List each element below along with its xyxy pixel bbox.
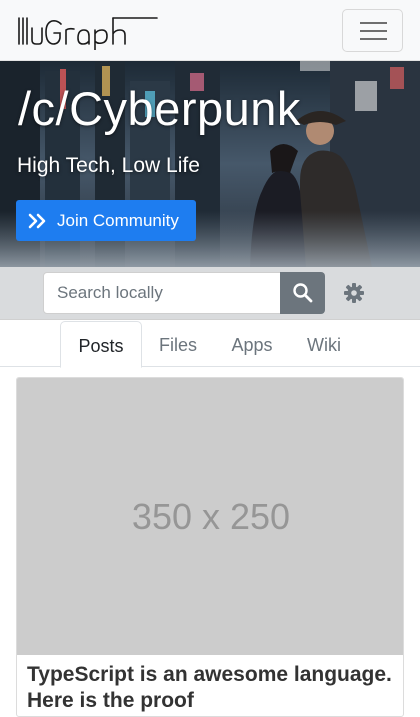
post-image-placeholder: 350 x 250 bbox=[17, 378, 403, 655]
search-input[interactable]: Search locally bbox=[43, 272, 281, 314]
gear-icon[interactable] bbox=[343, 282, 365, 304]
post-card[interactable]: 350 x 250 TypeScript is an awesome langu… bbox=[16, 377, 404, 717]
tab-files[interactable]: Files bbox=[145, 321, 211, 367]
menu-toggle-button[interactable] bbox=[342, 9, 403, 52]
search-icon bbox=[293, 283, 313, 303]
join-community-label: Join Community bbox=[57, 210, 179, 230]
hamburger-menu-icon bbox=[360, 22, 387, 24]
hamburger-line bbox=[360, 30, 387, 32]
tab-wiki[interactable]: Wiki bbox=[293, 321, 355, 367]
navbar bbox=[0, 0, 420, 61]
search-button[interactable] bbox=[280, 272, 325, 314]
local-search-bar: Search locally bbox=[0, 267, 420, 320]
hamburger-line bbox=[360, 38, 387, 40]
placeholder-size-label: 350 x 250 bbox=[131, 495, 291, 537]
join-community-button[interactable]: Join Community bbox=[16, 200, 196, 241]
community-banner: /c/Cyberpunk High Tech, Low Life Join Co… bbox=[0, 61, 420, 267]
brand-logo[interactable] bbox=[17, 14, 159, 50]
tab-posts[interactable]: Posts bbox=[60, 321, 142, 368]
community-title: /c/Cyberpunk bbox=[18, 82, 301, 135]
double-chevron-right-icon bbox=[28, 213, 46, 228]
post-title[interactable]: TypeScript is an awesome language. Here … bbox=[27, 662, 399, 714]
community-tabs: Posts Files Apps Wiki bbox=[0, 321, 420, 368]
tab-apps[interactable]: Apps bbox=[218, 321, 286, 367]
community-subtitle: High Tech, Low Life bbox=[17, 154, 200, 177]
